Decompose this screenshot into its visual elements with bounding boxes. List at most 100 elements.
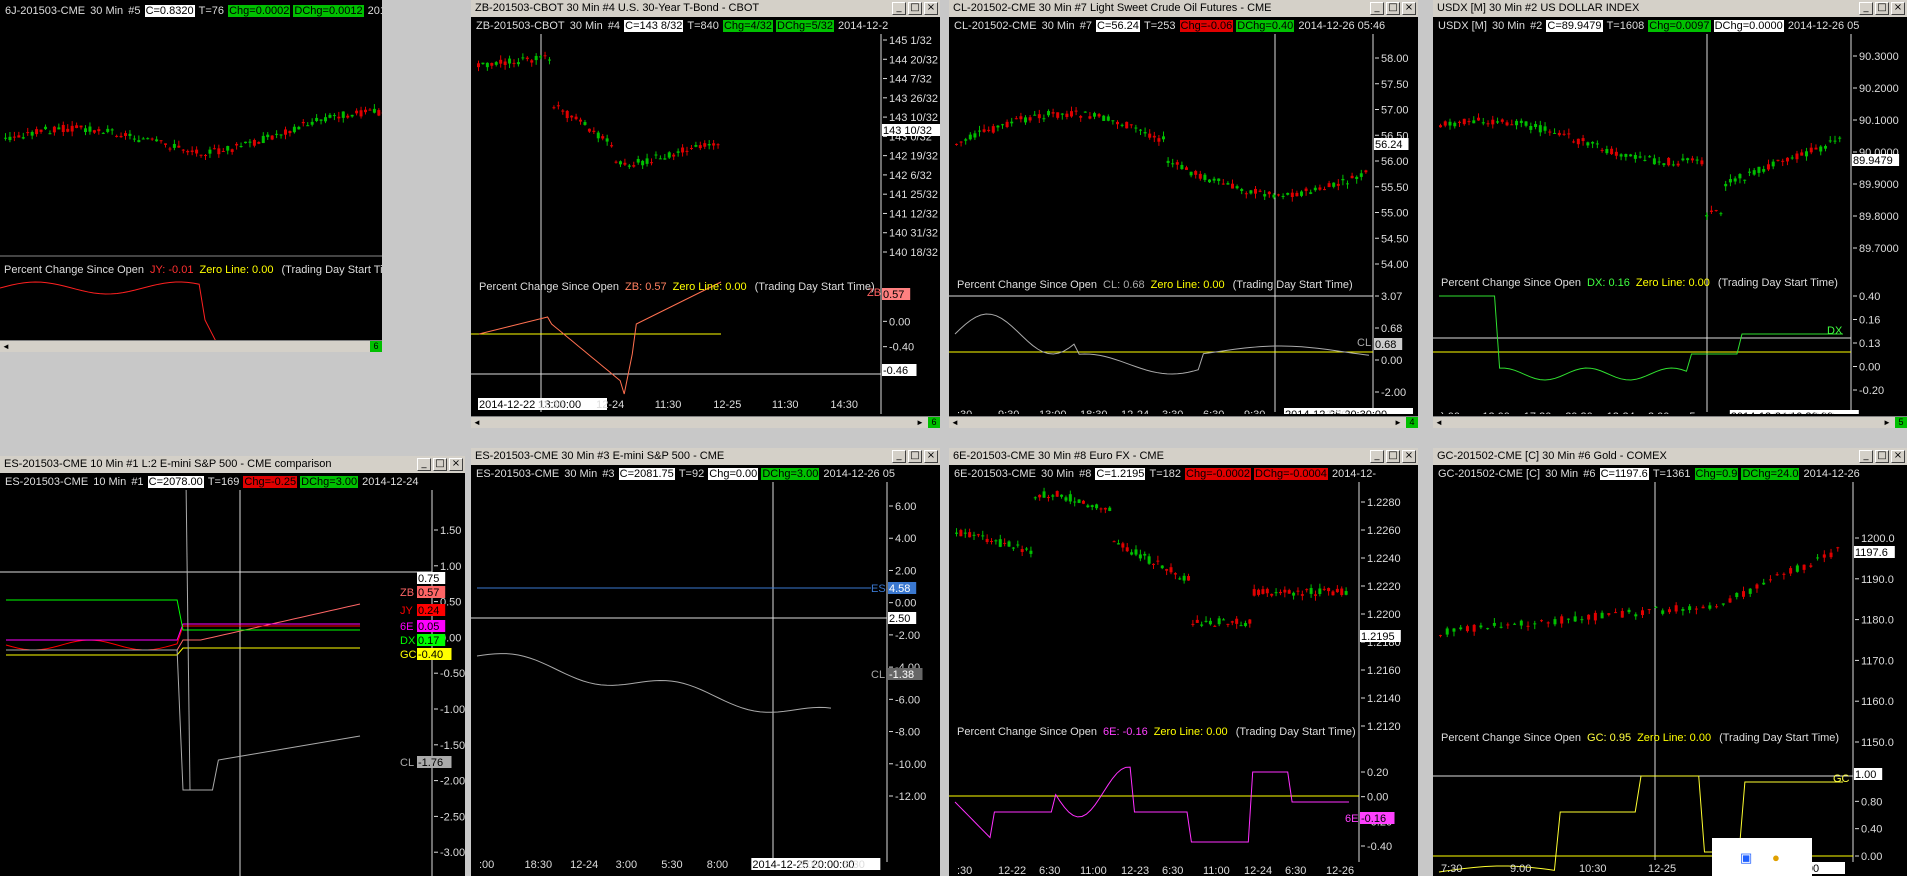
candle <box>1657 161 1661 163</box>
price-chart[interactable]: 1200.0 1190.0 1180.0 1170.0 1160.0 1150.0 1.00… <box>1433 482 1907 876</box>
window-title-bar[interactable]: CL-201502-CME 30 Min #7 Light Sweet Crud… <box>949 0 1418 17</box>
percent-change-label: Percent Change Since Open GC: 0.95 Zero Li… <box>1441 732 1840 744</box>
candle <box>1212 178 1216 181</box>
close-button[interactable]: × <box>924 2 938 15</box>
candle <box>1007 541 1011 547</box>
price-chart[interactable]: 0.83280.83240.83200.83160.83120.83080.83… <box>0 20 382 340</box>
comparison-chart[interactable]: 1.501.000.500.00-0.50-1.00-1.50-2.00-2.5… <box>0 490 465 876</box>
candle <box>1010 121 1014 124</box>
maximize-button[interactable]: □ <box>908 2 922 15</box>
candle <box>1647 609 1651 611</box>
minimize-button[interactable]: _ <box>1859 2 1873 15</box>
chart-window-6e[interactable]: 6E-201503-CME 30 Min #8 Euro FX - CME _ □… <box>949 448 1418 876</box>
candle <box>978 130 981 132</box>
close-button[interactable]: × <box>449 458 463 471</box>
window-title-bar[interactable]: USDX [M] 30 Min #2 US DOLLAR INDEX _ □ × <box>1433 0 1907 17</box>
maximize-button[interactable]: □ <box>908 450 922 463</box>
close-button[interactable]: × <box>1402 2 1416 15</box>
y-tick-label: 145 1/32 <box>889 35 932 47</box>
candle <box>1690 158 1694 161</box>
candle <box>1016 544 1020 546</box>
chart-window-usdx[interactable]: USDX [M] 30 Min #2 US DOLLAR INDEX _ □ × U… <box>1433 0 1907 428</box>
candle <box>212 148 216 150</box>
chart-window-zb[interactable]: ZB-201503-CBOT 30 Min #4 U.S. 30-Year T-… <box>471 0 940 428</box>
x-tick-label: 11:30 <box>538 399 565 411</box>
x-tick-label: 18:30 <box>1080 409 1108 414</box>
candle <box>968 134 972 140</box>
minimize-button[interactable]: _ <box>892 450 906 463</box>
candle <box>1580 619 1584 621</box>
minimize-button[interactable]: _ <box>417 458 431 471</box>
candle <box>1462 118 1466 125</box>
candle <box>1534 124 1538 127</box>
maximize-button[interactable]: □ <box>1386 2 1400 15</box>
window-title-bar[interactable]: ZB-201503-CBOT 30 Min #4 U.S. 30-Year T-… <box>471 0 940 17</box>
candle <box>1695 159 1699 161</box>
candle <box>1261 589 1265 594</box>
chart-window-cl[interactable]: CL-201502-CME 30 Min #7 Light Sweet Crud… <box>949 0 1418 428</box>
candle <box>132 138 136 140</box>
candle <box>1042 491 1046 498</box>
candle <box>1595 143 1599 145</box>
close-button[interactable]: × <box>924 450 938 463</box>
candle <box>1102 115 1106 121</box>
candle <box>1025 548 1029 550</box>
candle <box>39 129 43 132</box>
candle <box>324 117 327 122</box>
candle <box>1526 625 1530 627</box>
candle <box>1768 579 1772 581</box>
candle <box>1003 542 1007 544</box>
candle <box>115 135 119 137</box>
candle <box>1742 591 1745 597</box>
x-tick-label: 18:30 <box>525 859 553 871</box>
price-chart[interactable]: 1.22801.22601.22401.22201.22001.21801.21… <box>949 482 1418 876</box>
minimize-button[interactable]: _ <box>1859 450 1873 463</box>
chart-window-es[interactable]: ES-201503-CME 30 Min #3 E-mini S&P 500 -… <box>471 448 940 876</box>
maximize-button[interactable]: □ <box>1875 450 1889 463</box>
chart-window-es-comparison[interactable]: ES-201503-CME 10 Min #1 L:2 E-mini S&P 5… <box>0 456 465 876</box>
x-tick-label: 6:30 <box>1285 865 1306 876</box>
x-tick-label: 12-24 <box>1121 409 1149 414</box>
close-button[interactable]: × <box>1402 450 1416 463</box>
x-tick-label: 5: <box>1689 411 1698 414</box>
minimize-button[interactable]: _ <box>892 2 906 15</box>
chart-window-6j[interactable]: 6J-201503-CME 30 Min #5 C=0.8320 T=76 Ch… <box>0 0 382 352</box>
close-button[interactable]: × <box>1891 2 1905 15</box>
candle <box>226 146 230 151</box>
window-title-bar[interactable]: ES-201503-CME 30 Min #3 E-mini S&P 500 -… <box>471 448 940 465</box>
candle <box>1254 188 1257 194</box>
price-tag: 1197.6 <box>1855 547 1888 559</box>
window-title-bar[interactable]: ES-201503-CME 10 Min #1 L:2 E-mini S&P 5… <box>0 456 465 473</box>
candle <box>1624 153 1628 157</box>
spread-chart[interactable]: 6.004.002.000.00-2.00-4.00-6.00-8.00-10.… <box>471 482 940 876</box>
maximize-button[interactable]: □ <box>1875 2 1889 15</box>
horizontal-scrollbar[interactable]: ◄ ► 4 <box>949 416 1418 428</box>
minimize-button[interactable]: _ <box>1370 2 1384 15</box>
minimize-button[interactable]: _ <box>1370 450 1384 463</box>
window-title-bar[interactable]: 6E-201503-CME 30 Min #8 Euro FX - CME _ □… <box>949 448 1418 465</box>
chart-window-gc[interactable]: GC-201502-CME [C] 30 Min #6 Gold - COMEX… <box>1433 448 1907 876</box>
candle <box>516 62 520 65</box>
candle <box>1011 547 1015 549</box>
price-chart[interactable]: 58.0057.5057.0056.5056.0055.5055.0054.50… <box>949 34 1418 414</box>
candle <box>1281 195 1285 197</box>
horizontal-scrollbar[interactable]: ◄ ► 6 <box>471 416 940 428</box>
network-icon[interactable]: ▣ <box>1740 850 1752 866</box>
price-chart[interactable]: 90.300090.200090.100090.000089.900089.80… <box>1433 34 1907 414</box>
status-icon[interactable]: ● <box>1772 850 1780 865</box>
horizontal-scrollbar[interactable]: ◄ ► 5 <box>1433 416 1907 428</box>
candle <box>1724 183 1728 187</box>
candle <box>1060 113 1064 115</box>
candle <box>319 119 323 121</box>
candle <box>44 126 47 130</box>
window-title-bar[interactable]: GC-201502-CME [C] 30 Min #6 Gold - COMEX… <box>1433 448 1907 465</box>
legend-value: 0.24 <box>418 605 439 617</box>
candle <box>1472 120 1476 124</box>
maximize-button[interactable]: □ <box>433 458 447 471</box>
close-button[interactable]: × <box>1891 450 1905 463</box>
candle <box>141 138 145 140</box>
horizontal-scrollbar[interactable]: ◄ 6 <box>0 340 382 352</box>
maximize-button[interactable]: □ <box>1386 450 1400 463</box>
price-chart[interactable]: 145 1/32 144 20/32 144 7/32 143 26/32 143 10… <box>471 34 940 414</box>
candle <box>1309 192 1313 194</box>
